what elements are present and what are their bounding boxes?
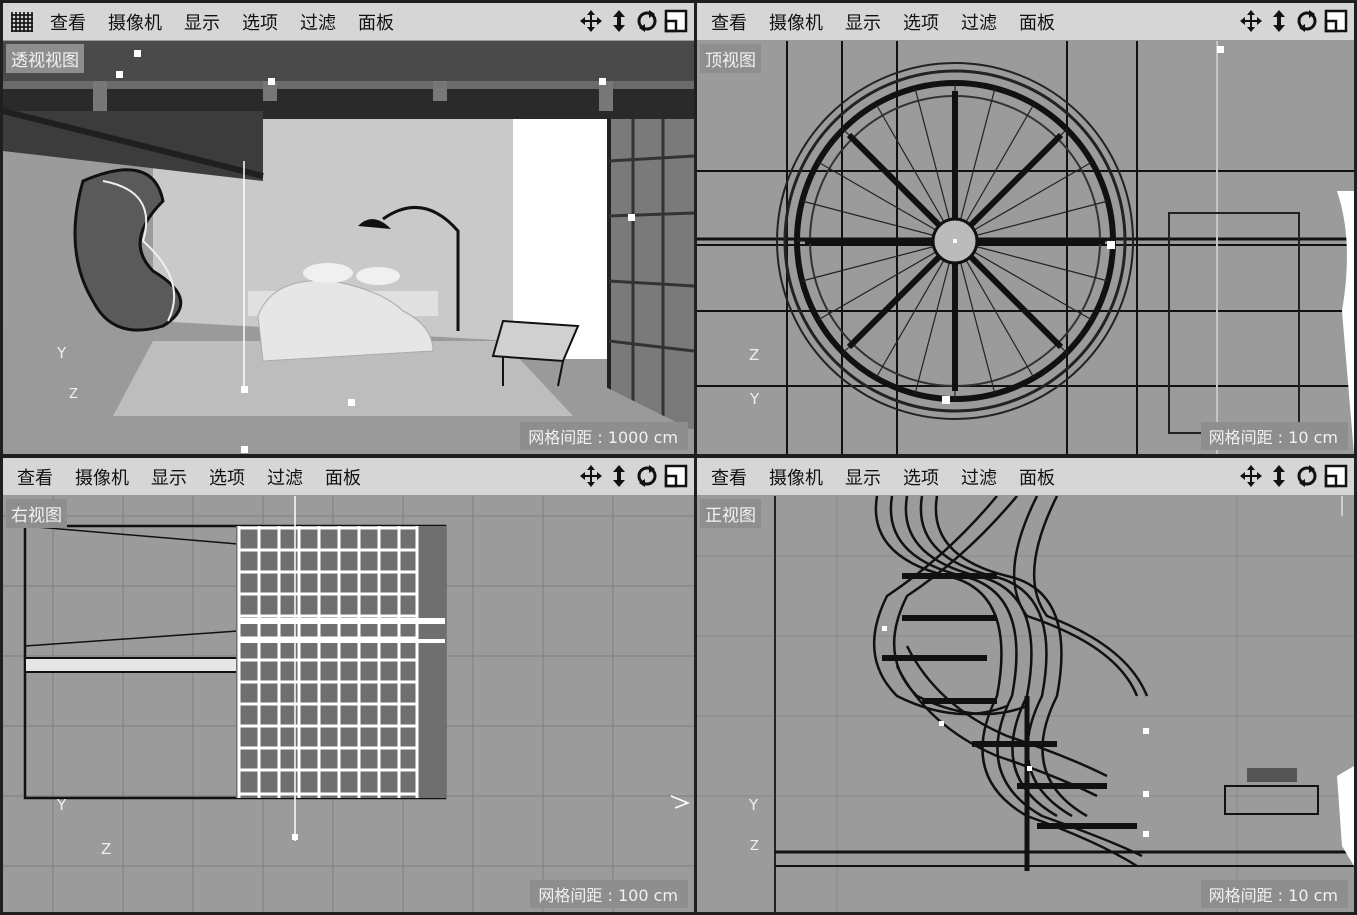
rotate-view-icon[interactable]	[1295, 9, 1319, 33]
move-view-icon[interactable]	[579, 9, 603, 33]
move-view-icon[interactable]	[579, 464, 603, 488]
maximize-view-icon[interactable]	[1324, 464, 1348, 488]
rotate-view-icon[interactable]	[1295, 464, 1319, 488]
menu-display[interactable]: 显示	[173, 9, 231, 35]
rotate-view-icon[interactable]	[635, 9, 659, 33]
right-viewport[interactable]: 右视图 Y Z 网格间距 : 100 cm	[3, 496, 694, 912]
viewport-label-perspective: 透视视图	[6, 44, 84, 73]
axis-label-y: Y	[57, 344, 67, 362]
menu-filter[interactable]: 过滤	[256, 464, 314, 490]
grid-spacing-readout: 网格间距 : 100 cm	[530, 880, 688, 908]
front-pane: 查看 摄像机 显示 选项 过滤 面板 正视图 Y Z 网格间距: 10 cm	[697, 458, 1354, 912]
menu-display[interactable]: 显示	[140, 464, 198, 490]
grid-spacing-readout: 网格间距 : 10 cm	[1200, 880, 1348, 908]
move-view-icon[interactable]	[1239, 9, 1263, 33]
menu-camera[interactable]: 摄像机	[758, 464, 834, 490]
menu-view[interactable]: 查看	[39, 9, 97, 35]
zoom-view-icon[interactable]	[608, 9, 630, 33]
axis-label-y: Y	[750, 390, 760, 408]
menu-view[interactable]: 查看	[697, 9, 758, 35]
zoom-view-icon[interactable]	[608, 464, 630, 488]
menu-camera[interactable]: 摄像机	[97, 9, 173, 35]
menu-panel[interactable]: 面板	[1008, 464, 1066, 490]
perspective-menubar: 查看 摄像机 显示 选项 过滤 面板	[3, 3, 694, 41]
menu-panel[interactable]: 面板	[1008, 9, 1066, 35]
menu-panel[interactable]: 面板	[347, 9, 405, 35]
view-nav-icons	[1239, 9, 1348, 33]
front-scene	[697, 496, 1354, 912]
axis-label-z: Z	[749, 346, 760, 364]
zoom-view-icon[interactable]	[1268, 9, 1290, 33]
maximize-view-icon[interactable]	[664, 9, 688, 33]
top-scene	[697, 41, 1354, 454]
perspective-pane: 查看 摄像机 显示 选项 过滤 面板 透视视图 Y Z 网格间距: 1000 …	[3, 3, 694, 454]
menu-options[interactable]: 选项	[892, 9, 950, 35]
axis-label-y: Y	[749, 796, 759, 814]
menu-display[interactable]: 显示	[834, 9, 892, 35]
perspective-scene	[3, 41, 694, 454]
viewport-label-front: 正视图	[700, 499, 761, 528]
four-view-layout: 查看 摄像机 显示 选项 过滤 面板 透视视图 Y Z 网格间距: 1000 …	[0, 0, 1357, 915]
move-view-icon[interactable]	[1239, 464, 1263, 488]
menu-panel[interactable]: 面板	[314, 464, 372, 490]
menu-camera[interactable]: 摄像机	[758, 9, 834, 35]
maximize-view-icon[interactable]	[1324, 9, 1348, 33]
right-menubar: 查看 摄像机 显示 选项 过滤 面板	[3, 458, 694, 496]
menu-filter[interactable]: 过滤	[950, 464, 1008, 490]
menu-camera[interactable]: 摄像机	[64, 464, 140, 490]
rotate-view-icon[interactable]	[635, 464, 659, 488]
menu-options[interactable]: 选项	[231, 9, 289, 35]
menu-filter[interactable]: 过滤	[950, 9, 1008, 35]
menu-view[interactable]: 查看	[697, 464, 758, 490]
menu-view[interactable]: 查看	[3, 464, 64, 490]
menu-options[interactable]: 选项	[892, 464, 950, 490]
view-nav-icons	[579, 9, 688, 33]
top-menubar: 查看 摄像机 显示 选项 过滤 面板	[697, 3, 1354, 41]
menu-options[interactable]: 选项	[198, 464, 256, 490]
perspective-viewport[interactable]: 透视视图 Y Z 网格间距 : 1000 cm	[3, 41, 694, 454]
front-menubar: 查看 摄像机 显示 选项 过滤 面板	[697, 458, 1354, 496]
viewport-label-right: 右视图	[6, 499, 67, 528]
menu-filter[interactable]: 过滤	[289, 9, 347, 35]
view-nav-icons	[1239, 464, 1348, 488]
top-viewport[interactable]: 顶视图 Z Y 网格间距 : 10 cm	[697, 41, 1354, 454]
front-viewport[interactable]: 正视图 Y Z 网格间距 : 10 cm	[697, 496, 1354, 912]
axis-label-z: Z	[750, 839, 759, 854]
axis-label-z: Z	[101, 840, 112, 858]
axis-label-y: Y	[57, 796, 67, 814]
maximize-view-icon[interactable]	[664, 464, 688, 488]
right-pane: 查看 摄像机 显示 选项 过滤 面板 右视图 Y Z 网格间距: 100 cm	[3, 458, 694, 912]
grid-layout-icon[interactable]	[11, 11, 33, 32]
axis-label-z: Z	[69, 387, 78, 402]
viewport-label-top: 顶视图	[700, 44, 761, 73]
top-pane: 查看 摄像机 显示 选项 过滤 面板 顶视图 Z Y 网格间距: 10 cm	[697, 3, 1354, 454]
grid-spacing-readout: 网格间距 : 1000 cm	[520, 422, 688, 450]
menu-display[interactable]: 显示	[834, 464, 892, 490]
zoom-view-icon[interactable]	[1268, 464, 1290, 488]
grid-spacing-readout: 网格间距 : 10 cm	[1200, 422, 1348, 450]
view-nav-icons	[579, 464, 688, 488]
